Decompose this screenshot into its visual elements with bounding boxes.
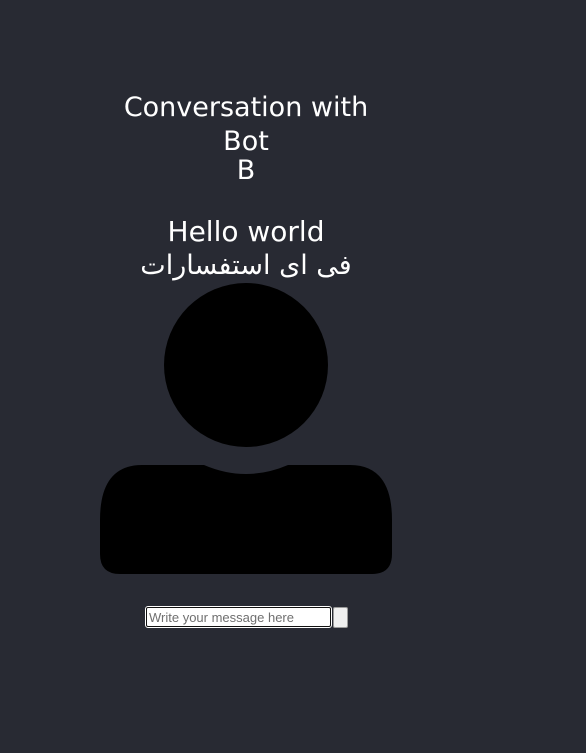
message-text: Hello world — [167, 215, 325, 248]
conversation-title: Conversation with Bot — [123, 92, 369, 157]
message-composer — [145, 606, 348, 628]
avatar-head — [164, 283, 328, 447]
message-text: فی ای استفسارات — [140, 250, 352, 281]
bot-initial: B — [236, 155, 256, 186]
avatar-body — [100, 465, 392, 574]
user-icon — [100, 283, 392, 574]
message-input[interactable] — [145, 606, 332, 628]
send-button[interactable] — [333, 606, 348, 628]
